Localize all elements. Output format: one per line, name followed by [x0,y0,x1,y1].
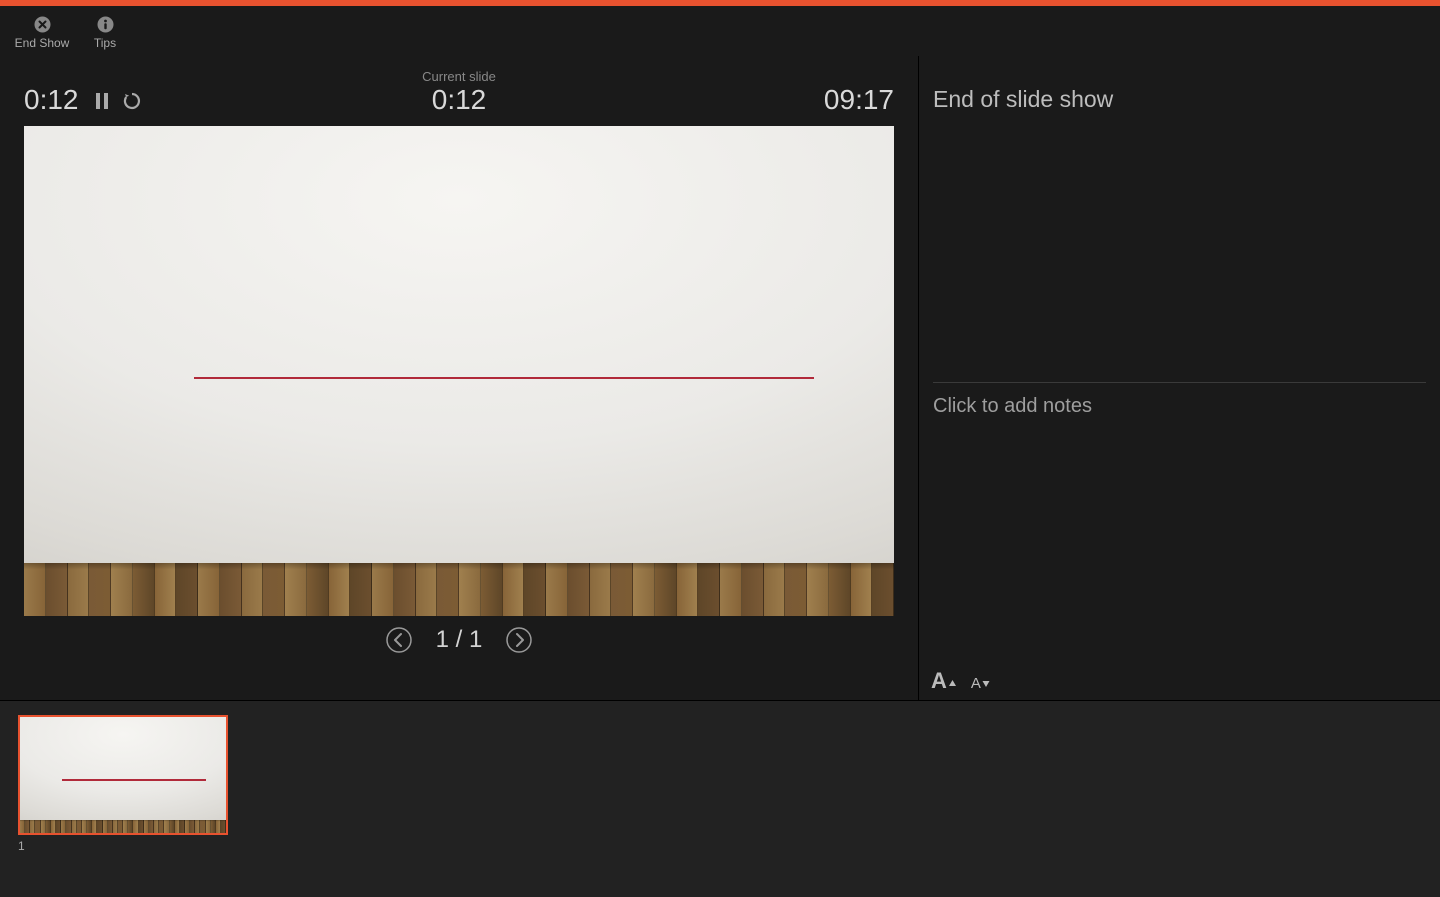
slide-thumbnail[interactable] [18,715,228,835]
previous-slide-button[interactable] [386,627,412,653]
info-circle-icon [97,16,114,33]
thumb-slide-line [62,779,206,781]
slide-content-line [194,377,814,379]
thumbnail-strip: 1 [0,700,1440,897]
presenter-current-column: 0:12 Current slide 0:12 09:17 [0,56,918,700]
current-slide-timer-value: 0:12 [422,86,496,114]
decrease-font-button[interactable]: A [971,675,990,692]
slide-nav-row: 1 / 1 [24,626,894,654]
thumbnail-index: 1 [18,839,1440,853]
clock-time: 09:17 [824,86,894,114]
elapsed-timer: 0:12 [24,86,79,114]
increase-font-button[interactable]: A [931,668,957,694]
current-slide-timer-label: Current slide [422,69,496,84]
timer-row: 0:12 Current slide 0:12 09:17 [24,66,894,114]
slide-counter: 1 / 1 [436,626,483,654]
current-slide-timer: Current slide 0:12 [422,69,496,114]
notes-area[interactable]: Click to add notes A A [919,383,1440,700]
end-show-label: End Show [15,36,70,50]
timer-controls [93,92,141,114]
presenter-right-column: End of slide show Click to add notes A A [918,56,1440,700]
next-slide-area: End of slide show [919,86,1440,382]
tips-button[interactable]: Tips [84,11,126,55]
notes-placeholder: Click to add notes [933,395,1426,418]
slide-floor-graphic [24,563,894,616]
next-slide-button[interactable] [506,627,532,653]
close-circle-icon [34,16,51,33]
notes-font-controls: A A [931,668,990,694]
tips-label: Tips [94,36,116,50]
next-slide-title: End of slide show [933,86,1426,113]
reset-timer-button[interactable] [123,92,141,110]
pause-timer-button[interactable] [93,92,111,110]
end-show-button[interactable]: End Show [0,11,84,55]
thumb-floor-graphic [20,820,226,833]
current-slide-preview[interactable] [24,126,894,616]
main-area: 0:12 Current slide 0:12 09:17 [0,56,1440,700]
toolbar: End Show Tips [0,6,1440,56]
